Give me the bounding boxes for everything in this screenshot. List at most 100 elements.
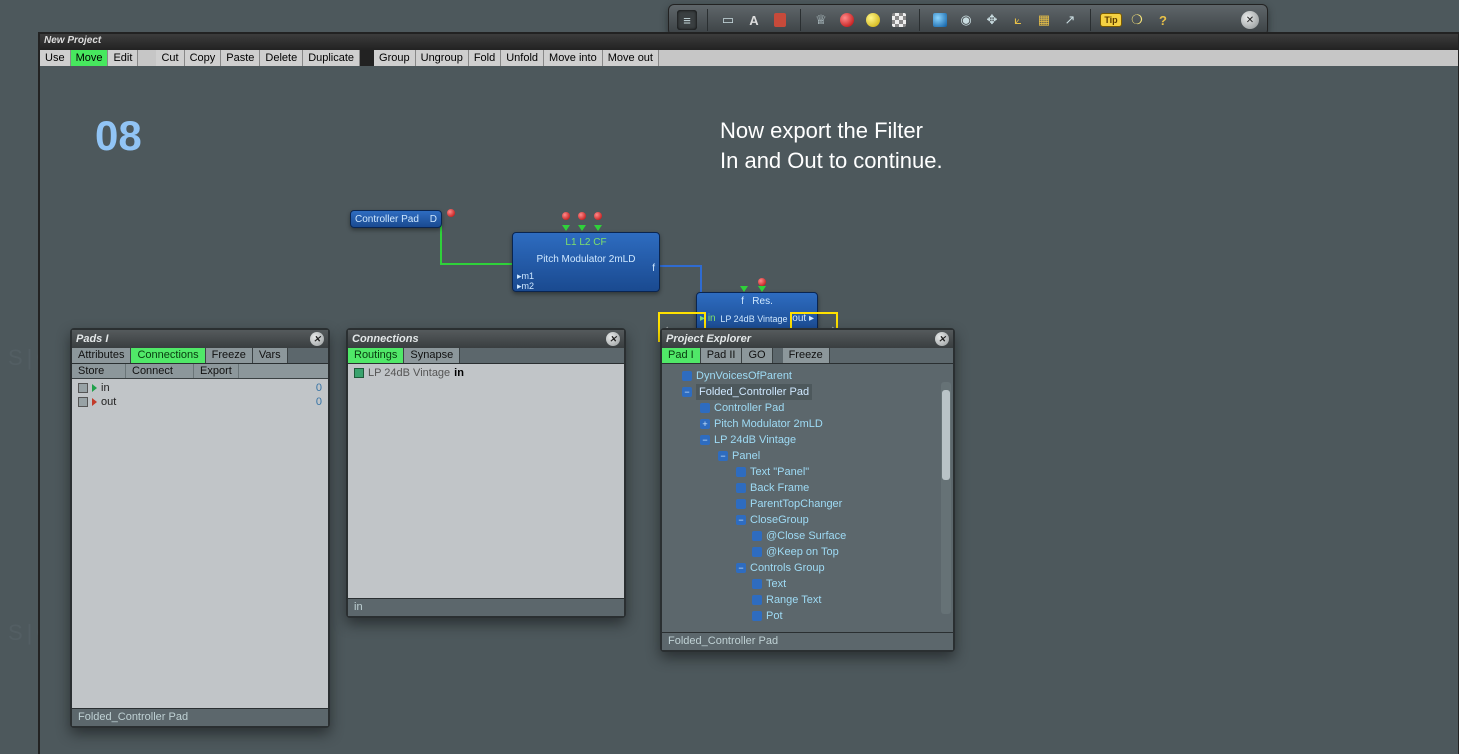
pad-row[interactable]: in 0 — [74, 381, 326, 395]
tab-pad2[interactable]: Pad II — [701, 348, 743, 363]
bulb-icon[interactable]: ❍ — [1127, 10, 1147, 30]
tab-go[interactable]: GO — [742, 348, 772, 363]
port-dot-icon[interactable] — [447, 209, 455, 217]
row-icon[interactable] — [78, 397, 88, 407]
header-store[interactable]: Store — [72, 364, 126, 378]
port-arrow-icon[interactable] — [740, 286, 748, 292]
port-arrow-icon[interactable] — [594, 225, 602, 231]
card-icon[interactable]: ▭ — [718, 10, 738, 30]
link-icon[interactable]: ↗ — [1060, 10, 1080, 30]
toolbar-divider — [919, 9, 920, 31]
pad-row[interactable]: out 0 — [74, 395, 326, 409]
pads-title[interactable]: Pads I ✕ — [72, 330, 328, 348]
explorer-panel[interactable]: Project Explorer ✕ Pad I Pad II GO Freez… — [660, 328, 955, 652]
close-icon[interactable]: ✕ — [606, 332, 620, 346]
tree-item[interactable]: −Folded_Controller Pad — [664, 384, 951, 400]
collapse-icon[interactable]: − — [718, 451, 728, 461]
grid-icon[interactable]: ▦ — [1034, 10, 1054, 30]
pads-panel[interactable]: Pads I ✕ Attributes Connections Freeze V… — [70, 328, 330, 728]
help-icon[interactable]: ? — [1153, 10, 1173, 30]
connections-title[interactable]: Connections ✕ — [348, 330, 624, 348]
tree-item[interactable]: −LP 24dB Vintage — [664, 432, 951, 448]
port-dot-icon[interactable] — [594, 212, 602, 220]
tab-freeze[interactable]: Freeze — [783, 348, 830, 363]
instruction-line1: Now export the Filter — [720, 116, 943, 146]
port-arrow-icon[interactable] — [562, 225, 570, 231]
collapse-icon[interactable]: − — [700, 435, 710, 445]
collapse-icon[interactable]: − — [736, 515, 746, 525]
node-icon — [736, 483, 746, 493]
header-export[interactable]: Export — [194, 364, 239, 378]
menu-icon[interactable]: ≡ — [677, 10, 697, 30]
checker-icon[interactable] — [889, 10, 909, 30]
close-icon[interactable]: ✕ — [310, 332, 324, 346]
tip-icon[interactable]: Tip — [1101, 10, 1121, 30]
node-port-out[interactable]: D — [430, 214, 437, 225]
close-icon[interactable]: ✕ — [1241, 11, 1259, 29]
tree-item[interactable]: +Pitch Modulator 2mLD — [664, 416, 951, 432]
port-arrow-icon[interactable] — [578, 225, 586, 231]
tree-item[interactable]: Back Frame — [664, 480, 951, 496]
tab-attributes[interactable]: Attributes — [72, 348, 131, 363]
red-dot-icon[interactable] — [837, 10, 857, 30]
scroll-thumb[interactable] — [942, 390, 950, 480]
explorer-title[interactable]: Project Explorer ✕ — [662, 330, 953, 348]
collapse-icon[interactable]: − — [736, 563, 746, 573]
tablet-icon[interactable] — [770, 10, 790, 30]
node-icon — [752, 547, 762, 557]
tree-item[interactable]: Controller Pad — [664, 400, 951, 416]
signal-icon — [354, 368, 364, 378]
node-icon — [752, 611, 762, 621]
scrollbar[interactable] — [941, 382, 951, 614]
row-icon[interactable] — [78, 383, 88, 393]
node-pitch-modulator[interactable]: L1 L2 CF Pitch Modulator 2mLD ▸m1 ▸m2 f — [512, 232, 660, 292]
tree-item[interactable]: Range Text — [664, 592, 951, 608]
connections-body[interactable]: LP 24dB Vintage in — [348, 364, 624, 598]
tree-item[interactable]: ParentTopChanger — [664, 496, 951, 512]
tree-item[interactable]: Text — [664, 576, 951, 592]
tab-freeze[interactable]: Freeze — [206, 348, 253, 363]
text-icon[interactable]: A — [744, 10, 764, 30]
move-icon[interactable]: ✥ — [982, 10, 1002, 30]
node-port-f[interactable]: f — [652, 263, 655, 274]
yellow-dot-icon[interactable] — [863, 10, 883, 30]
tab-vars[interactable]: Vars — [253, 348, 288, 363]
node-icon — [682, 371, 692, 381]
tree-item[interactable]: @Close Surface — [664, 528, 951, 544]
book-icon[interactable] — [930, 10, 950, 30]
wire — [440, 221, 442, 265]
tree-item[interactable]: −Controls Group — [664, 560, 951, 576]
pads-body[interactable]: in 0 out 0 — [72, 379, 328, 708]
tab-connections[interactable]: Connections — [131, 348, 205, 363]
explorer-body[interactable]: DynVoicesOfParent −Folded_Controller Pad… — [662, 364, 953, 632]
tree-item[interactable]: Pot — [664, 608, 951, 624]
tab-synapse[interactable]: Synapse — [404, 348, 460, 363]
tab-pad1[interactable]: Pad I — [662, 348, 701, 363]
expand-icon[interactable]: + — [700, 419, 710, 429]
collapse-icon[interactable]: − — [682, 387, 692, 397]
tree-item[interactable]: −CloseGroup — [664, 512, 951, 528]
pads-foot: Folded_Controller Pad — [72, 708, 328, 726]
target-icon[interactable]: ◉ — [956, 10, 976, 30]
tree-item[interactable]: −Panel — [664, 448, 951, 464]
port-dot-icon[interactable] — [758, 278, 766, 286]
port-dot-icon[interactable] — [562, 212, 570, 220]
port-arrow-icon[interactable] — [758, 286, 766, 292]
tree-item[interactable]: Text "Panel" — [664, 464, 951, 480]
connections-foot: in — [348, 598, 624, 616]
close-icon[interactable]: ✕ — [935, 332, 949, 346]
node-port-m2[interactable]: ▸m2 — [517, 281, 534, 292]
step-number: 08 — [95, 112, 142, 160]
mixer-icon[interactable]: ♕ — [811, 10, 831, 30]
tree-item[interactable]: DynVoicesOfParent — [664, 368, 951, 384]
axes-icon[interactable]: ⟀ — [1008, 10, 1028, 30]
node-controller-pad[interactable]: Controller Pad D — [350, 210, 442, 228]
tree-item[interactable]: @Keep on Top — [664, 544, 951, 560]
connections-panel[interactable]: Connections ✕ Routings Synapse LP 24dB V… — [346, 328, 626, 618]
header-connect[interactable]: Connect — [126, 364, 194, 378]
tab-spacer — [773, 348, 783, 363]
explorer-tree: DynVoicesOfParent −Folded_Controller Pad… — [662, 364, 953, 628]
port-dot-icon[interactable] — [578, 212, 586, 220]
tab-routings[interactable]: Routings — [348, 348, 404, 363]
connection-row[interactable]: LP 24dB Vintage in — [350, 366, 622, 380]
